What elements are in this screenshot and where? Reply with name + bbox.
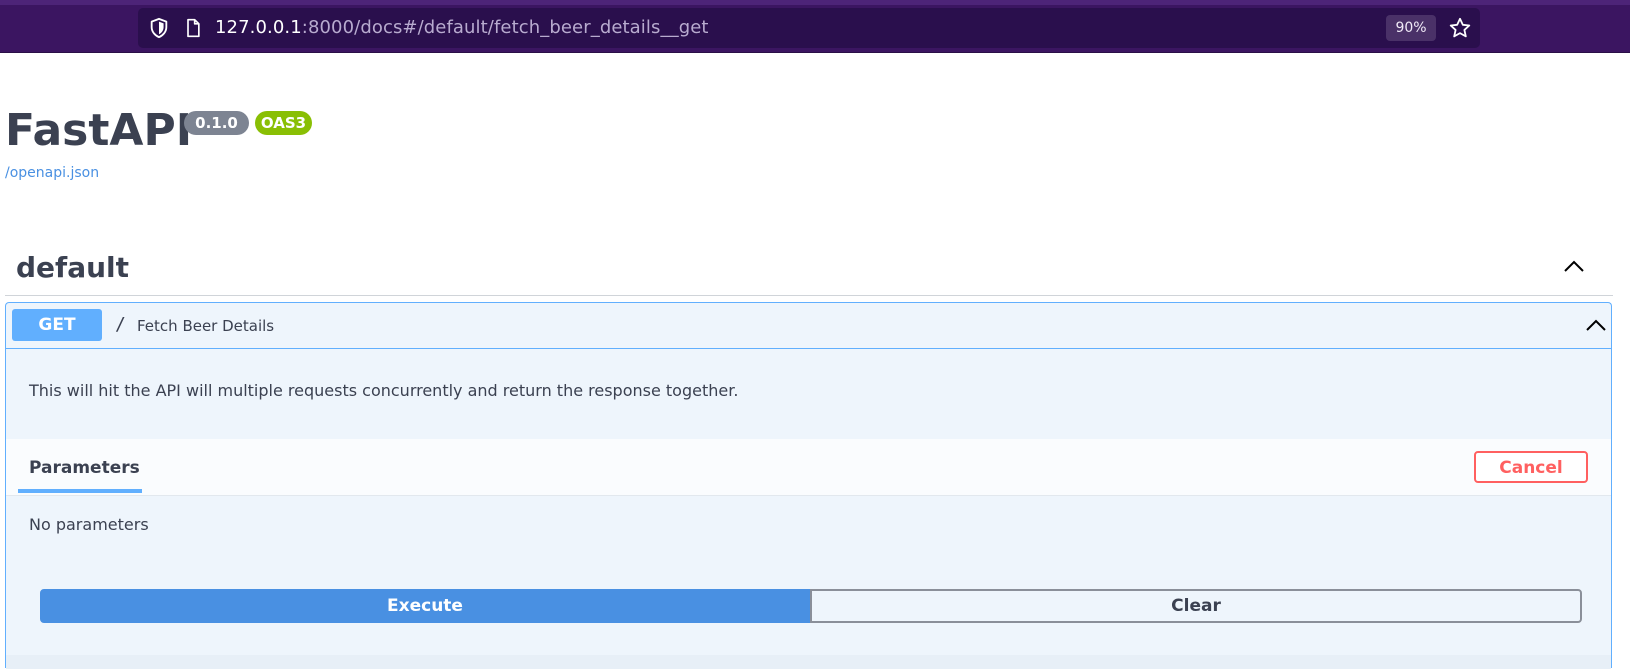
responses-section-edge [6, 655, 1611, 669]
browser-toolbar: 127.0.0.1:8000/docs#/default/fetch_beer_… [0, 0, 1630, 53]
tab-parameters-label: Parameters [29, 458, 140, 478]
cancel-button[interactable]: Cancel [1474, 451, 1588, 483]
tag-divider [5, 295, 1613, 296]
operation-description: This will hit the API will multiple requ… [29, 381, 739, 400]
clear-button[interactable]: Clear [810, 589, 1582, 623]
api-title: FastAPI [5, 105, 193, 156]
star-icon[interactable] [1448, 16, 1472, 40]
tab-active-indicator [18, 489, 142, 493]
operation-summary-text: Fetch Beer Details [137, 317, 275, 335]
browser-tabstrip-edge [0, 0, 1630, 5]
url-path: :8000/docs#/default/fetch_beer_details__… [301, 17, 709, 38]
url-text[interactable]: 127.0.0.1:8000/docs#/default/fetch_beer_… [215, 17, 709, 39]
no-parameters-text: No parameters [29, 515, 149, 534]
tag-title[interactable]: default [16, 250, 129, 286]
version-badge: 0.1.0 [184, 111, 249, 135]
operation-block: GET / Fetch Beer Details This will hit t… [5, 302, 1612, 669]
zoom-level-button[interactable]: 90% [1386, 15, 1436, 41]
page-icon[interactable] [183, 18, 203, 38]
parameters-header: Parameters Cancel [6, 439, 1611, 496]
tab-parameters[interactable]: Parameters [18, 439, 142, 496]
address-bar[interactable]: 127.0.0.1:8000/docs#/default/fetch_beer_… [138, 8, 1480, 48]
url-host: 127.0.0.1 [215, 17, 302, 38]
operation-summary[interactable]: GET / Fetch Beer Details [6, 303, 1611, 349]
chevron-up-icon[interactable] [1562, 255, 1586, 279]
oas-badge: OAS3 [255, 111, 312, 135]
operation-path: / [115, 314, 126, 335]
openapi-json-link[interactable]: /openapi.json [5, 164, 99, 182]
shield-icon[interactable] [148, 17, 170, 39]
execute-wrapper: Execute Clear [40, 589, 1582, 623]
chevron-up-icon[interactable] [1584, 314, 1608, 338]
execute-button[interactable]: Execute [40, 589, 810, 623]
method-badge: GET [12, 309, 102, 341]
